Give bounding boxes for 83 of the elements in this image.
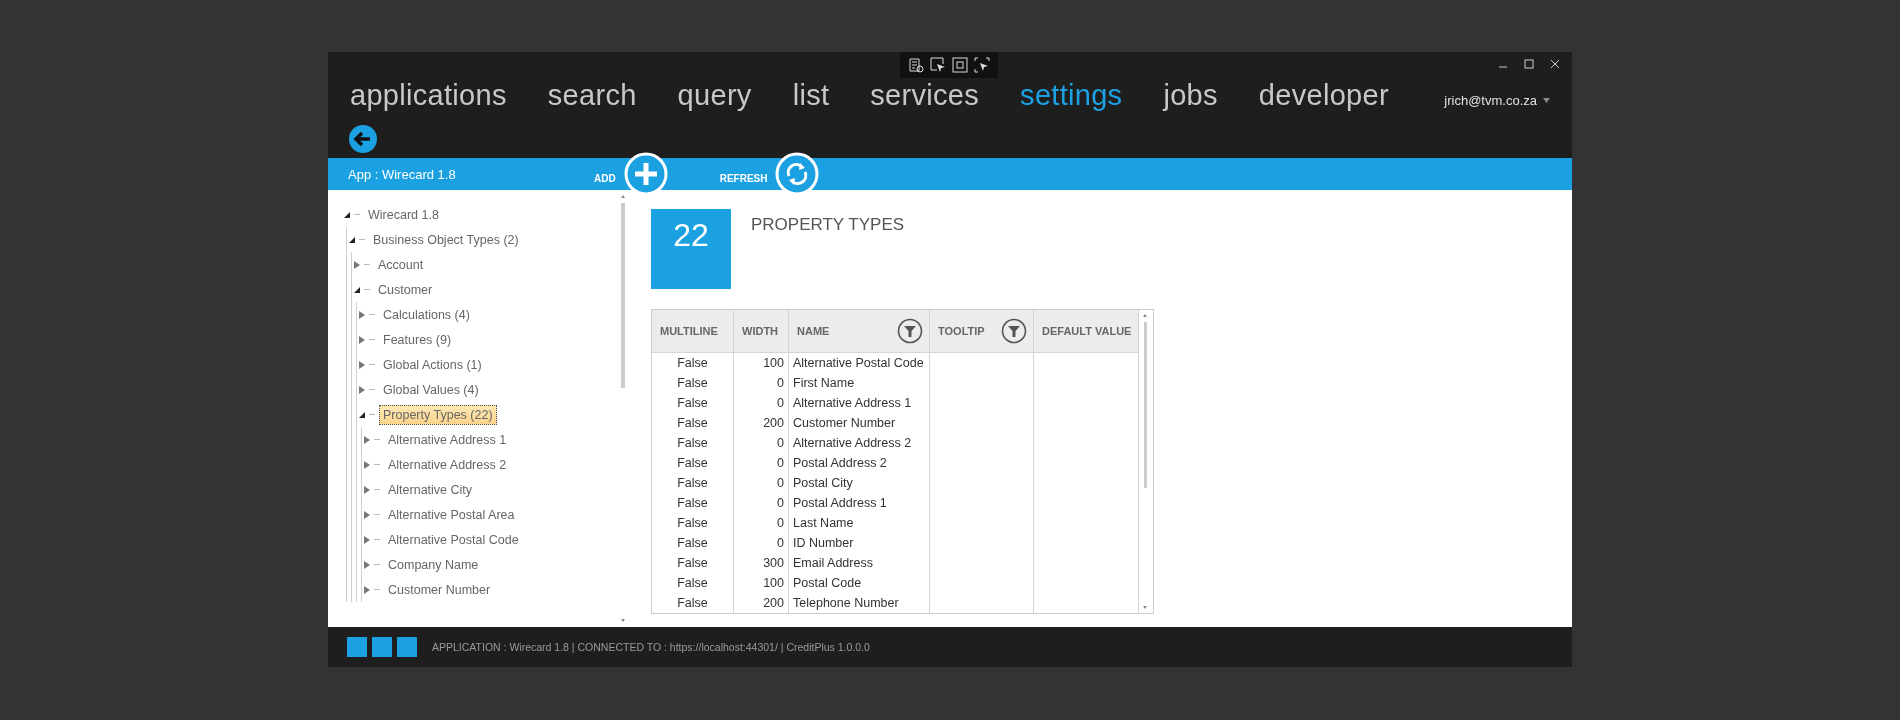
table-cell: 200 — [734, 413, 789, 433]
tile-icon[interactable] — [372, 637, 392, 657]
table-cell: Alternative Address 1 — [789, 393, 930, 413]
nav-tab[interactable]: services — [870, 79, 980, 112]
nav-tab[interactable]: developer — [1258, 79, 1389, 112]
filter-icon[interactable] — [897, 318, 923, 344]
table-cell: False — [652, 593, 734, 613]
table-cell: False — [652, 573, 734, 593]
table-cell: Postal Address 2 — [789, 453, 930, 473]
table-cell: 100 — [734, 573, 789, 593]
tree-item[interactable]: Global Actions (1) — [379, 354, 486, 375]
filter-icon[interactable] — [1001, 318, 1027, 344]
table-cell: 0 — [734, 373, 789, 393]
status-text: APPLICATION : Wirecard 1.8 | CONNECTED TO : https://localhost:44301/ | CreditPlus 1.0.0.0 — [432, 641, 870, 653]
table-cell: 300 — [734, 553, 789, 573]
tree-item[interactable]: Account — [374, 254, 428, 275]
table-cell: First Name — [789, 373, 930, 393]
column-header[interactable]: TOOLTIP — [930, 310, 1034, 353]
tree-item[interactable]: Alternative Address 1 — [384, 429, 511, 450]
table-cell: 0 — [734, 453, 789, 473]
tree-item[interactable]: Customer Number — [384, 579, 495, 600]
table-cell: False — [652, 533, 734, 553]
table-cell: False — [652, 513, 734, 533]
table-cell: Alternative Address 2 — [789, 433, 930, 453]
square-icon[interactable] — [951, 56, 969, 74]
table-cell: False — [652, 373, 734, 393]
nav-tab[interactable]: settings — [1020, 79, 1123, 112]
table-cell: False — [652, 433, 734, 453]
table-cell: Telephone Number — [789, 593, 930, 613]
section-title: PROPERTY TYPES — [751, 215, 905, 236]
tree-item[interactable]: Global Values (4) — [379, 379, 483, 400]
nav-tab[interactable]: list — [792, 79, 830, 112]
list-icon[interactable] — [907, 56, 925, 74]
tile-icon[interactable] — [397, 637, 417, 657]
caret-icon[interactable] — [1543, 98, 1550, 103]
tree-item[interactable]: Features (9) — [379, 329, 456, 350]
table-cell: False — [652, 453, 734, 473]
tree-item[interactable]: Alternative Postal Code — [384, 529, 523, 550]
app-title: App : Wirecard 1.8 — [347, 166, 457, 182]
table-cell: Alternative Postal Code — [789, 353, 930, 373]
column-header[interactable]: MULTILINE — [652, 310, 734, 353]
tile-icon[interactable] — [347, 637, 367, 657]
nav-tab[interactable]: jobs — [1163, 79, 1218, 112]
table-cell: Email Address — [789, 553, 930, 573]
table-cell: 200 — [734, 593, 789, 613]
nav-tab[interactable]: query — [677, 79, 752, 112]
tree-item[interactable]: Alternative City — [384, 479, 477, 500]
column-header[interactable]: WIDTH — [734, 310, 789, 353]
tree-item[interactable]: Alternative Address 2 — [384, 454, 511, 475]
column-header[interactable]: DEFAULT VALUE — [1034, 310, 1139, 353]
table-cell: Postal City — [789, 473, 930, 493]
table-cell: False — [652, 473, 734, 493]
table-cell: False — [652, 353, 734, 373]
table-cell: ID Number — [789, 533, 930, 553]
count-tile: 22 — [651, 209, 731, 289]
table-cell: 0 — [734, 493, 789, 513]
nav-tab[interactable]: applications — [350, 79, 507, 112]
table-cell: False — [652, 553, 734, 573]
table-cell: False — [652, 413, 734, 433]
table-cell: 100 — [734, 353, 789, 373]
table-cell: 0 — [734, 433, 789, 453]
table-cell: 0 — [734, 393, 789, 413]
tree-item[interactable]: Business Object Types (2) — [369, 229, 523, 250]
table-cell: 0 — [734, 513, 789, 533]
table-cell: False — [652, 393, 734, 413]
tree-item[interactable]: Wirecard 1.8 — [364, 204, 443, 225]
column-header[interactable]: NAME — [789, 310, 930, 353]
nav-tab[interactable]: search — [547, 79, 637, 112]
tree-item[interactable]: Property Types (22) — [379, 404, 497, 425]
table-cell: Customer Number — [789, 413, 930, 433]
tree-item[interactable]: Alternative Postal Area — [384, 504, 519, 525]
table-cell: False — [652, 493, 734, 513]
tree-item[interactable]: Customer — [374, 279, 437, 300]
table-cell: Last Name — [789, 513, 930, 533]
selection-icon[interactable] — [973, 56, 991, 74]
cursor-icon[interactable] — [929, 56, 947, 74]
table-cell: 0 — [734, 473, 789, 493]
table-cell: 0 — [734, 533, 789, 553]
tree-item[interactable]: Company Name — [384, 554, 483, 575]
user-name[interactable]: jrich@tvm.co.za — [1444, 93, 1537, 108]
tree-item[interactable]: Calculations (4) — [379, 304, 474, 325]
table-cell: Postal Code — [789, 573, 930, 593]
table-cell: Postal Address 1 — [789, 493, 930, 513]
